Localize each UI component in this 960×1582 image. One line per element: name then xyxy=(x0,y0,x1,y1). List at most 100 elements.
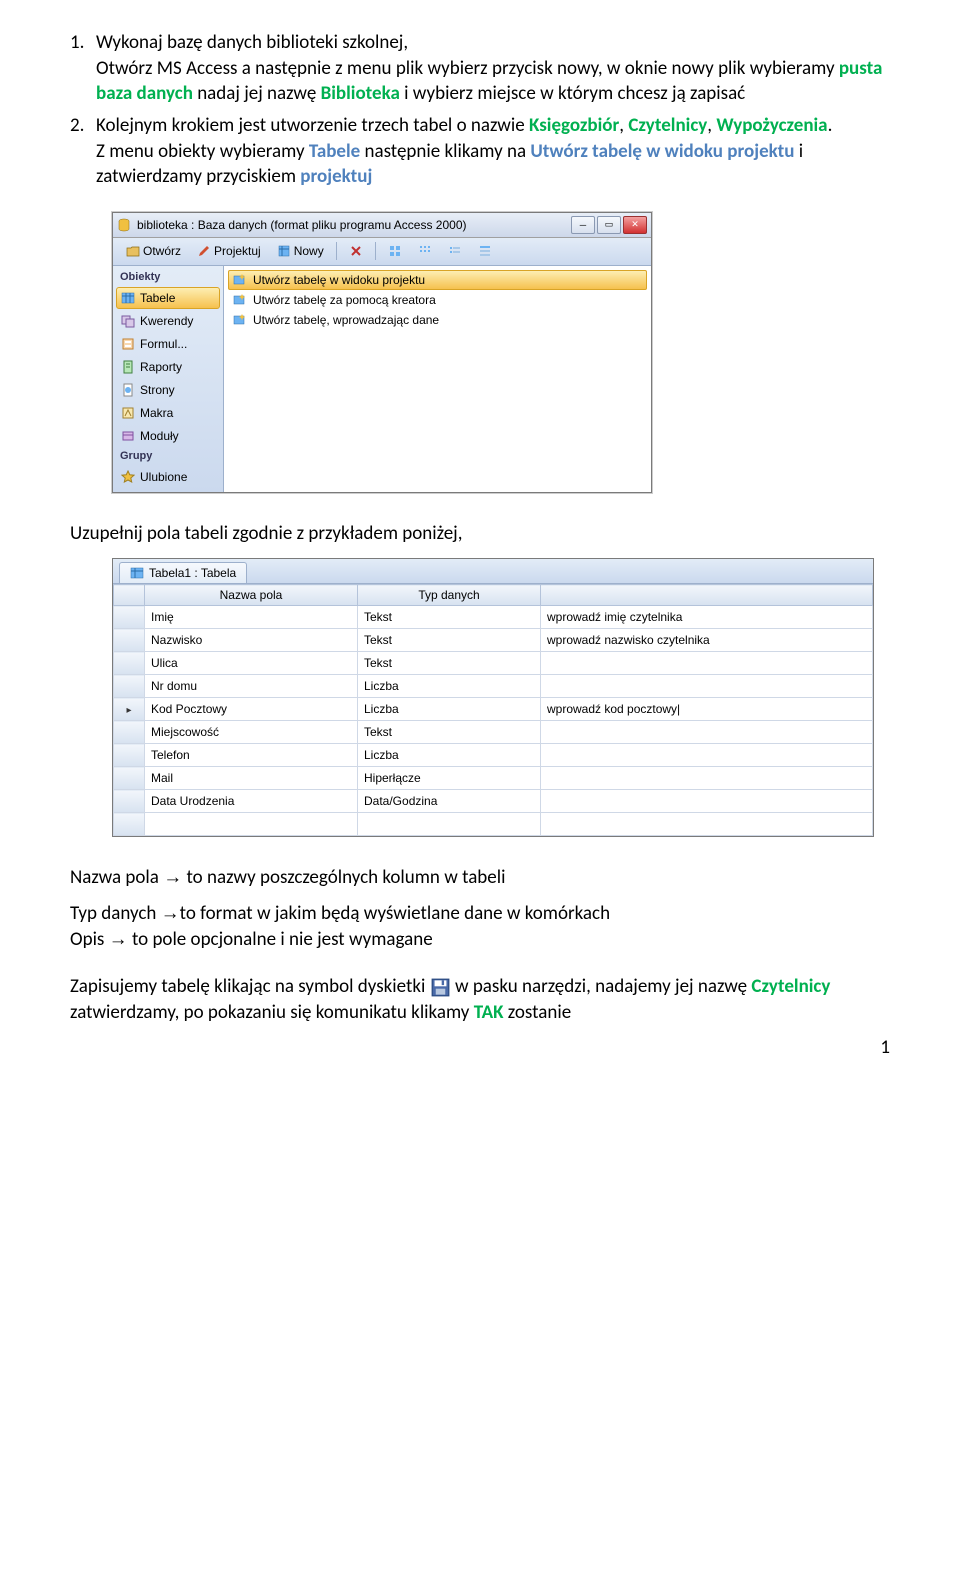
view-details-icon[interactable] xyxy=(471,241,499,261)
macro-icon xyxy=(121,406,135,420)
cell-desc[interactable] xyxy=(541,721,873,744)
table-icon xyxy=(121,291,135,305)
cell-field[interactable]: Kod Pocztowy xyxy=(145,698,358,721)
row-selector[interactable] xyxy=(114,790,145,813)
row-selector[interactable] xyxy=(114,652,145,675)
access-db-window: biblioteka : Baza danych (format pliku p… xyxy=(112,212,652,493)
cell-desc[interactable] xyxy=(541,767,873,790)
mid-paragraph: Uzupełnij pola tabeli zgodnie z przykład… xyxy=(70,521,890,547)
cell-field[interactable]: Ulica xyxy=(145,652,358,675)
row-selector[interactable] xyxy=(114,744,145,767)
table-row[interactable]: Data UrodzeniaData/Godzina xyxy=(114,790,873,813)
window-content: Obiekty Tabele Kwerendy Formul... Raport… xyxy=(113,266,651,492)
cell-desc[interactable]: wprowadź kod pocztowy| xyxy=(541,698,873,721)
cell-desc[interactable]: wprowadź imię czytelnika xyxy=(541,606,873,629)
cell-type[interactable]: Tekst xyxy=(358,629,541,652)
toolbar: Otwórz Projektuj Nowy xyxy=(113,238,651,266)
open-button[interactable]: Otwórz xyxy=(119,241,188,261)
cell-type[interactable]: Tekst xyxy=(358,606,541,629)
col-data-type: Typ danych xyxy=(358,585,541,606)
table-row[interactable]: TelefonLiczba xyxy=(114,744,873,767)
sidebar-item-modules[interactable]: Moduły xyxy=(116,425,220,447)
cell-field[interactable]: Miejscowość xyxy=(145,721,358,744)
cell-field[interactable]: Data Urodzenia xyxy=(145,790,358,813)
table-row[interactable]: ImięTekstwprowadź imię czytelnika xyxy=(114,606,873,629)
sidebar-group-objects: Obiekty xyxy=(116,269,220,287)
row-selector[interactable] xyxy=(114,813,145,836)
view-large-icon[interactable] xyxy=(381,241,409,261)
screenshot-table-design: Tabela1 : Tabela Nazwa pola Typ danych I… xyxy=(112,558,890,837)
tab-table1[interactable]: Tabela1 : Tabela xyxy=(119,562,247,583)
item-number: 2. xyxy=(70,113,96,190)
cell-desc[interactable] xyxy=(541,675,873,698)
separator xyxy=(375,242,376,260)
cell-field[interactable]: Telefon xyxy=(145,744,358,767)
open-icon xyxy=(126,244,140,258)
row-selector[interactable] xyxy=(114,675,145,698)
table-row[interactable]: Kod PocztowyLiczbawprowadź kod pocztowy| xyxy=(114,698,873,721)
page: 1. Wykonaj bazę danych biblioteki szkoln… xyxy=(0,0,960,1079)
delete-icon xyxy=(349,244,363,258)
list-item-1: 1. Wykonaj bazę danych biblioteki szkoln… xyxy=(70,30,890,107)
cell-type[interactable]: Tekst xyxy=(358,652,541,675)
cell-desc[interactable] xyxy=(541,652,873,675)
list-item-create-wizard[interactable]: Utwórz tabelę za pomocą kreatora xyxy=(228,290,647,310)
maximize-button[interactable]: ▭ xyxy=(597,216,621,234)
cell-desc[interactable] xyxy=(541,790,873,813)
delete-button[interactable] xyxy=(342,241,370,261)
cell-field[interactable] xyxy=(145,813,358,836)
cell-field[interactable]: Nazwisko xyxy=(145,629,358,652)
close-button[interactable]: ✕ xyxy=(623,216,647,234)
sidebar-item-queries[interactable]: Kwerendy xyxy=(116,310,220,332)
row-selector[interactable] xyxy=(114,606,145,629)
item-text: Kolejnym krokiem jest utworzenie trzech … xyxy=(96,113,890,190)
sidebar-item-tables[interactable]: Tabele xyxy=(116,287,220,309)
cell-type[interactable]: Liczba xyxy=(358,698,541,721)
list-item-create-entering[interactable]: Utwórz tabelę, wprowadzając dane xyxy=(228,310,647,330)
cell-type[interactable]: Data/Godzina xyxy=(358,790,541,813)
design-grid: Nazwa pola Typ danych ImięTekstwprowadź … xyxy=(113,584,873,836)
details-icon xyxy=(478,244,492,258)
large-icons-icon xyxy=(388,244,402,258)
cell-desc[interactable] xyxy=(541,813,873,836)
sidebar-item-favorites[interactable]: Ulubione xyxy=(116,466,220,488)
cell-desc[interactable]: wprowadź nazwisko czytelnika xyxy=(541,629,873,652)
list-item-create-design[interactable]: Utwórz tabelę w widoku projektu xyxy=(228,270,647,290)
cell-field[interactable]: Mail xyxy=(145,767,358,790)
view-small-icon[interactable] xyxy=(411,241,439,261)
screenshot-db-window: biblioteka : Baza danych (format pliku p… xyxy=(112,212,890,493)
row-selector[interactable] xyxy=(114,698,145,721)
view-list-icon[interactable] xyxy=(441,241,469,261)
design-button[interactable]: Projektuj xyxy=(190,241,268,261)
cell-desc[interactable] xyxy=(541,744,873,767)
table-row[interactable]: MiejscowośćTekst xyxy=(114,721,873,744)
table-row[interactable]: NazwiskoTekstwprowadź nazwisko czytelnik… xyxy=(114,629,873,652)
table-row[interactable]: MailHiperłącze xyxy=(114,767,873,790)
cell-type[interactable]: Liczba xyxy=(358,744,541,767)
tab-bar: Tabela1 : Tabela xyxy=(113,559,873,584)
cell-field[interactable]: Nr domu xyxy=(145,675,358,698)
row-selector[interactable] xyxy=(114,721,145,744)
cell-type[interactable] xyxy=(358,813,541,836)
sidebar-item-reports[interactable]: Raporty xyxy=(116,356,220,378)
row-selector[interactable] xyxy=(114,767,145,790)
sidebar-group-groups: Grupy xyxy=(116,448,220,466)
table-row[interactable]: Nr domuLiczba xyxy=(114,675,873,698)
cell-type[interactable]: Liczba xyxy=(358,675,541,698)
page-number: 1 xyxy=(70,1036,890,1059)
sidebar-item-macros[interactable]: Makra xyxy=(116,402,220,424)
row-selector[interactable] xyxy=(114,629,145,652)
item-text: Wykonaj bazę danych biblioteki szkolnej,… xyxy=(96,30,890,107)
small-icons-icon xyxy=(418,244,432,258)
cell-type[interactable]: Tekst xyxy=(358,721,541,744)
fields-table: Nazwa pola Typ danych ImięTekstwprowadź … xyxy=(113,584,873,836)
new-button[interactable]: Nowy xyxy=(270,241,331,261)
table-row[interactable]: UlicaTekst xyxy=(114,652,873,675)
module-icon xyxy=(121,429,135,443)
sidebar-item-pages[interactable]: Strony xyxy=(116,379,220,401)
cell-type[interactable]: Hiperłącze xyxy=(358,767,541,790)
table-row[interactable] xyxy=(114,813,873,836)
cell-field[interactable]: Imię xyxy=(145,606,358,629)
minimize-button[interactable]: ─ xyxy=(571,216,595,234)
sidebar-item-forms[interactable]: Formul... xyxy=(116,333,220,355)
